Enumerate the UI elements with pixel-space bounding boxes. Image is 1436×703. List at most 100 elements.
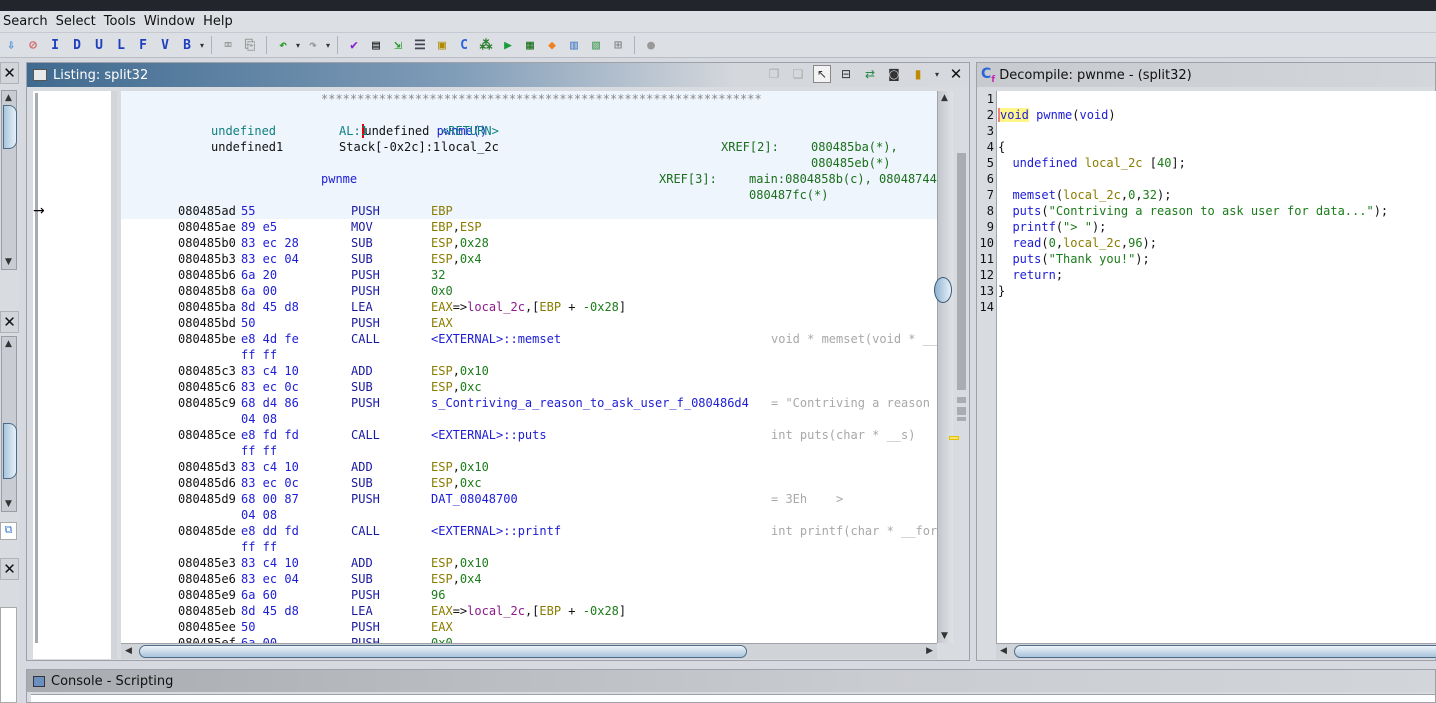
scroll-left-icon[interactable]: ◀ [1000, 646, 1007, 656]
operand-lbl[interactable]: DAT_08048700 [431, 492, 518, 506]
snapshot-camera-icon[interactable]: ◙ [885, 65, 903, 83]
dropdown-arrow-icon[interactable]: ▾ [324, 41, 332, 50]
instruction-address[interactable]: 080485b3 [178, 251, 236, 267]
table-icon[interactable]: ▥ [563, 35, 585, 55]
scroll-down-icon[interactable]: ▼ [941, 631, 948, 641]
listing-icon[interactable]: ☰ [409, 35, 431, 55]
instruction-row[interactable]: 080485d3 83 c4 10 ADD ESP,0x10 [121, 459, 937, 475]
token-var[interactable]: local_2c [1063, 188, 1121, 202]
operand-reg[interactable]: ESP [431, 572, 453, 586]
instruction-row[interactable]: 080485b3 83 ec 04 SUB ESP,0x4 [121, 251, 937, 267]
instruction-mnemonic[interactable]: PUSH [351, 395, 380, 411]
instruction-row[interactable]: 080485de e8 dd fd CALL <EXTERNAL>::printf in… [121, 523, 937, 554]
instruction-mnemonic[interactable]: SUB [351, 475, 373, 491]
operand-var[interactable]: local_2c [467, 300, 525, 314]
operand-num[interactable]: 96 [431, 588, 445, 602]
operand-reg[interactable]: ESP [431, 556, 453, 570]
code-line[interactable]: read(0,local_2c,96); [998, 235, 1157, 251]
tree-icon[interactable]: ⊞ [607, 35, 629, 55]
dropdown-arrow-icon[interactable]: ▾ [198, 41, 206, 50]
instruction-row[interactable]: 080485c6 83 ec 0c SUB ESP,0xc [121, 379, 937, 395]
operand-reg[interactable]: EAX [431, 604, 453, 618]
function-signature[interactable]: undefined pwnme() [321, 107, 487, 138]
code-line[interactable]: puts("Thank you!"); [998, 251, 1149, 267]
code-line[interactable]: return; [998, 267, 1063, 283]
decompiled-code[interactable]: void pwnme(void){ undefined local_2c [40… [996, 91, 1436, 643]
operand-reg[interactable]: ESP [431, 460, 453, 474]
data-D-icon[interactable]: D [66, 35, 88, 55]
instruction-operands[interactable]: <EXTERNAL>::memset [431, 331, 561, 347]
operand-reg[interactable]: EAX [431, 300, 453, 314]
copy-icon[interactable]: ❐ [765, 65, 783, 83]
operand-num[interactable]: -0x28 [583, 300, 619, 314]
instruction-row[interactable]: 080485eb 8d 45 d8 LEA EAX=>local_2c,[EBP + … [121, 603, 937, 619]
instruction-address[interactable]: 080485ee [178, 619, 236, 635]
xref-link[interactable]: main:0804858b(c), 08048744, [749, 171, 937, 187]
operand-num[interactable]: 0x10 [460, 460, 489, 474]
close-listing-icon[interactable]: ✕ [947, 65, 965, 83]
instruction-address[interactable]: 080485be [178, 331, 236, 347]
left-panel-scrollbar[interactable]: ▲ ▼ [1, 336, 17, 512]
instruction-row[interactable]: 080485b0 83 ec 28 SUB ESP,0x28 [121, 235, 937, 251]
menu-select[interactable]: Select [56, 14, 96, 29]
diamond-icon[interactable]: ◆ [541, 35, 563, 55]
instruction-mnemonic[interactable]: PUSH [351, 587, 380, 603]
instruction-operands[interactable]: <EXTERNAL>::puts [431, 427, 547, 443]
export-icon[interactable]: ⇲ [387, 35, 409, 55]
operand-lbl[interactable]: s_Contriving_a_reason_to_ask_user_f_0804… [431, 396, 749, 410]
operand-num[interactable]: 0x0 [431, 636, 453, 643]
instruction-mnemonic[interactable]: CALL [351, 331, 380, 347]
instruction-address[interactable]: 080485c6 [178, 379, 236, 395]
instruction-address[interactable]: 080485e9 [178, 587, 236, 603]
instruction-row[interactable]: 080485e6 83 ec 04 SUB ESP,0x4 [121, 571, 937, 587]
instruction-operands[interactable]: EAX [431, 315, 453, 331]
code-line[interactable]: } [998, 283, 1005, 299]
display-options-icon[interactable]: ▮ [909, 65, 927, 83]
scroll-down-icon[interactable]: ▼ [5, 257, 12, 267]
scroll-thumb[interactable] [3, 105, 17, 149]
token-fn[interactable]: pwnme [1036, 108, 1072, 122]
menu-search[interactable]: Search [3, 14, 48, 29]
scroll-thumb[interactable] [3, 423, 17, 479]
no-entry-icon[interactable]: ⊘ [22, 35, 44, 55]
instruction-address[interactable]: 080485d6 [178, 475, 236, 491]
script-file-icon[interactable]: ⧉ [0, 522, 17, 540]
xref-link[interactable]: 080485eb(*) [811, 155, 890, 171]
dropdown-arrow-icon[interactable]: ▾ [294, 41, 302, 50]
instruction-address[interactable]: 080485ba [178, 299, 236, 315]
instruction-row[interactable]: 080485d9 68 00 87 PUSH DAT_08048700 = 3Eh > 0… [121, 491, 937, 522]
instruction-address[interactable]: 080485eb [178, 603, 236, 619]
console-output[interactable] [31, 694, 1435, 702]
instruction-mnemonic[interactable]: PUSH [351, 203, 380, 219]
operand-num[interactable]: 0x0 [431, 284, 453, 298]
dropdown-arrow-icon[interactable]: ▾ [933, 65, 941, 83]
cut-icon[interactable]: ⌧ [217, 35, 239, 55]
instruction-address[interactable]: 080485b8 [178, 283, 236, 299]
instruction-address[interactable]: 080485ad [178, 203, 236, 219]
instruction-row[interactable]: 080485e3 83 c4 10 ADD ESP,0x10 [121, 555, 937, 571]
diff-icon[interactable]: ⇄ [861, 65, 879, 83]
bytes-icon[interactable]: ▤ [365, 35, 387, 55]
listing-overview-bar[interactable] [949, 91, 969, 643]
checkmark-icon[interactable]: ✔ [343, 35, 365, 55]
instruction-mnemonic[interactable]: ADD [351, 363, 373, 379]
operand-num[interactable]: 0x28 [460, 236, 489, 250]
operand-lbl[interactable]: <EXTERNAL>::puts [431, 428, 547, 442]
instruction-mnemonic[interactable]: PUSH [351, 267, 380, 283]
instruction-operands[interactable]: ESP,0x10 [431, 363, 489, 379]
listing-horizontal-scrollbar[interactable]: ◀ ▶ [121, 643, 937, 659]
close-icon[interactable]: ✕ [0, 558, 19, 580]
field-layout-icon[interactable]: ⊟ [837, 65, 855, 83]
instruction-address[interactable]: 080485e6 [178, 571, 236, 587]
scroll-thumb[interactable] [139, 645, 747, 658]
instruction-address[interactable]: 080485ae [178, 219, 236, 235]
listing-code[interactable]: ****************************************… [121, 91, 937, 643]
paste-icon[interactable]: ❏ [789, 65, 807, 83]
instruction-row[interactable]: 080485ad 55 PUSH EBP [121, 203, 937, 219]
run-icon[interactable]: ▶ [497, 35, 519, 55]
operand-reg[interactable]: EBP [431, 220, 453, 234]
cursor-select-icon[interactable]: ↖ [813, 65, 831, 83]
operand-reg[interactable]: EBP [431, 204, 453, 218]
instruction-operands[interactable]: 0x0 [431, 635, 453, 643]
instruction-address[interactable]: 080485d9 [178, 491, 236, 507]
